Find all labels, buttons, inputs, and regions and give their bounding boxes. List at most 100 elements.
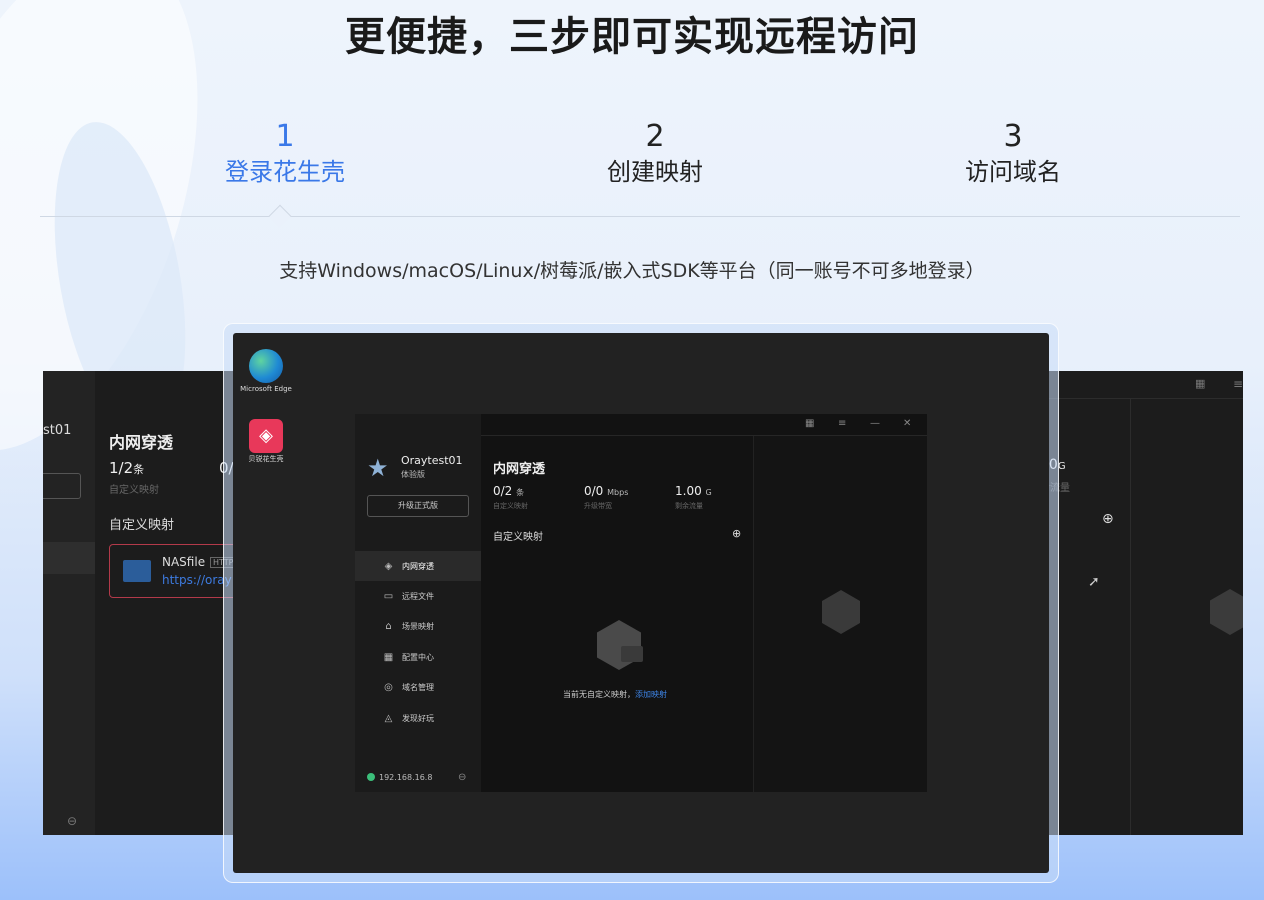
- sidebar-item-label: 场景映射: [402, 622, 434, 632]
- mapping-url: https://oray: [162, 573, 232, 587]
- sidebar-nav: ◈ 内网穿透 ▭ 远程文件 ⌂ 场景映射 ▦ 配置中心 ◎ 域名管理 ◬ 发现好…: [355, 551, 481, 733]
- step-label: 登录花生壳: [225, 158, 345, 186]
- ip-status: 192.168.16.8: [367, 773, 432, 782]
- sidebar-item-label: 内网穿透: [402, 561, 434, 571]
- qr-icon: ▦: [1195, 377, 1206, 390]
- sidebar-item-intranet[interactable]: ◈ 内网穿透: [355, 551, 481, 582]
- step-label: 访问域名: [965, 158, 1061, 186]
- mapping-count-value: 1/2: [109, 459, 134, 477]
- mapping-count: 1/2条: [109, 459, 144, 477]
- sidebar-item-label: 远程文件: [402, 592, 434, 602]
- qr-icon[interactable]: ▦: [805, 418, 814, 429]
- add-mapping-icon[interactable]: ⊕: [732, 527, 741, 540]
- step-number: 2: [645, 119, 665, 154]
- empty-state-text: 当前无自定义映射，添加映射: [563, 689, 667, 700]
- step-label: 创建映射: [607, 158, 703, 186]
- section-title: 内网穿透: [109, 433, 174, 452]
- username: st01: [43, 423, 72, 438]
- star-avatar-icon: ★: [367, 454, 389, 482]
- menu-icon: ≡: [1233, 377, 1243, 391]
- desktop-icon-label: 贝锐花生壳: [248, 455, 284, 463]
- custom-mapping-title: 自定义映射: [493, 532, 543, 543]
- panel-divider: [1130, 399, 1131, 835]
- steps-divider: [40, 216, 1240, 217]
- empty-state-message: 当前无自定义映射，: [563, 690, 635, 699]
- sidebar-item-config-center[interactable]: ▦ 配置中心: [355, 642, 481, 672]
- sidebar-item-discover[interactable]: ◬ 发现好玩: [355, 703, 481, 733]
- nas-icon: [123, 560, 151, 582]
- cube-icon: [822, 590, 860, 634]
- stat-value: 0/2 条: [493, 484, 528, 498]
- stat-number: 0/0: [584, 484, 604, 498]
- grid-icon: ▦: [383, 651, 394, 663]
- page-title: 内网穿透: [493, 462, 546, 477]
- stat-traffic: 1.00 G 剩余流量: [675, 484, 712, 511]
- stat-label: 升级带宽: [584, 502, 612, 510]
- mouse-cursor-icon: ➚: [1088, 574, 1100, 590]
- add-mapping-icon: ⊕: [1102, 511, 1114, 527]
- minimize-icon[interactable]: —: [870, 418, 880, 429]
- account-tier: 体验版: [401, 470, 425, 479]
- stat-number: 0/2: [493, 484, 513, 498]
- sidebar-item-label: 发现好玩: [402, 713, 434, 723]
- step-number: 1: [275, 119, 295, 154]
- add-mapping-link[interactable]: 添加映射: [635, 690, 667, 699]
- sidebar-item-remote-files[interactable]: ▭ 远程文件: [355, 581, 481, 611]
- upgrade-button[interactable]: 升级正式版: [367, 495, 469, 517]
- stat-number: 1.00: [675, 484, 702, 498]
- empty-state-box-icon: [621, 646, 643, 662]
- online-status-icon: [367, 773, 375, 781]
- stat-value: 1.00 G: [675, 484, 712, 498]
- platform-support-text: 支持Windows/macOS/Linux/树莓派/嵌入式SDK等平台（同一账号…: [279, 260, 985, 282]
- home-icon: ⌂: [385, 621, 392, 633]
- stat-unit: 条: [516, 488, 525, 497]
- back-window-left: st01 ⊖ 内网穿透 1/2条 自定义映射 0/ 自定义映射 NASfile …: [43, 371, 243, 835]
- stat-value: 0/0 Mbps: [584, 484, 628, 498]
- peanut-shell-icon: ◈: [249, 419, 283, 453]
- globe-icon: ◎: [384, 682, 393, 694]
- close-icon[interactable]: ✕: [903, 418, 911, 429]
- step-2-tab[interactable]: 2 创建映射: [555, 118, 755, 188]
- back-window-right: ▦ ≡ 00G 余流量 ⊕ ➚: [1040, 371, 1243, 835]
- active-step-caret: [268, 204, 292, 228]
- folder-icon: ▭: [383, 591, 394, 603]
- page-headline: 更便捷，三步即可实现远程访问: [345, 14, 919, 60]
- step-3-tab[interactable]: 3 访问域名: [913, 118, 1113, 188]
- sidebar-item-label: 配置中心: [402, 652, 434, 662]
- sidebar-item-domain[interactable]: ◎ 域名管理: [355, 673, 481, 703]
- sidebar: ★ Oraytest01 体验版 升级正式版 ◈ 内网穿透 ▭ 远程文件 ⌂ 场…: [355, 414, 481, 792]
- compass-icon: ◬: [384, 712, 393, 724]
- menu-icon[interactable]: ≡: [838, 418, 846, 429]
- desktop-icon-edge[interactable]: Microsoft Edge: [236, 349, 296, 394]
- stat-custom-mapping: 0/2 条 自定义映射: [493, 484, 528, 511]
- zoom-icon[interactable]: ⊖: [458, 772, 466, 783]
- cube-icon: ◈: [384, 560, 393, 572]
- sidebar: [43, 371, 95, 835]
- cube-icon: [1210, 589, 1243, 635]
- app-window: ★ Oraytest01 体验版 升级正式版 ◈ 内网穿透 ▭ 远程文件 ⌂ 场…: [355, 414, 927, 792]
- sidebar-active-item: [43, 542, 95, 574]
- sidebar-item-label: 域名管理: [402, 683, 434, 693]
- mapping-count-unit: 条: [133, 463, 145, 476]
- desktop-icon-peanut-shell[interactable]: ◈ 贝锐花生壳: [236, 419, 296, 464]
- empty-state-cube-icon: [597, 620, 641, 670]
- stat-bandwidth: 0/0 Mbps 升级带宽: [584, 484, 628, 511]
- zoom-icon: ⊖: [67, 814, 78, 828]
- titlebar: ▦ ≡ — ✕: [481, 414, 927, 436]
- custom-mapping-title: 自定义映射: [109, 518, 175, 533]
- upgrade-button: [43, 473, 81, 499]
- stat-label: 剩余流量: [675, 502, 703, 510]
- steps-nav: 1 登录花生壳 2 创建映射 3 访问域名: [0, 118, 1264, 198]
- detail-panel: [753, 436, 927, 792]
- username: Oraytest01: [401, 454, 463, 467]
- mapping-name: NASfile: [162, 555, 206, 569]
- stat-label: 自定义映射: [493, 502, 528, 510]
- ip-address: 192.168.16.8: [379, 773, 433, 782]
- step-1-tab[interactable]: 1 登录花生壳: [185, 118, 385, 188]
- step-number: 3: [1003, 119, 1023, 154]
- stat-unit: Mbps: [607, 488, 629, 497]
- edge-icon: [249, 349, 283, 383]
- desktop-icon-label: Microsoft Edge: [240, 385, 292, 393]
- mapping-count-label: 自定义映射: [109, 485, 159, 496]
- sidebar-item-scene-mapping[interactable]: ⌂ 场景映射: [355, 612, 481, 642]
